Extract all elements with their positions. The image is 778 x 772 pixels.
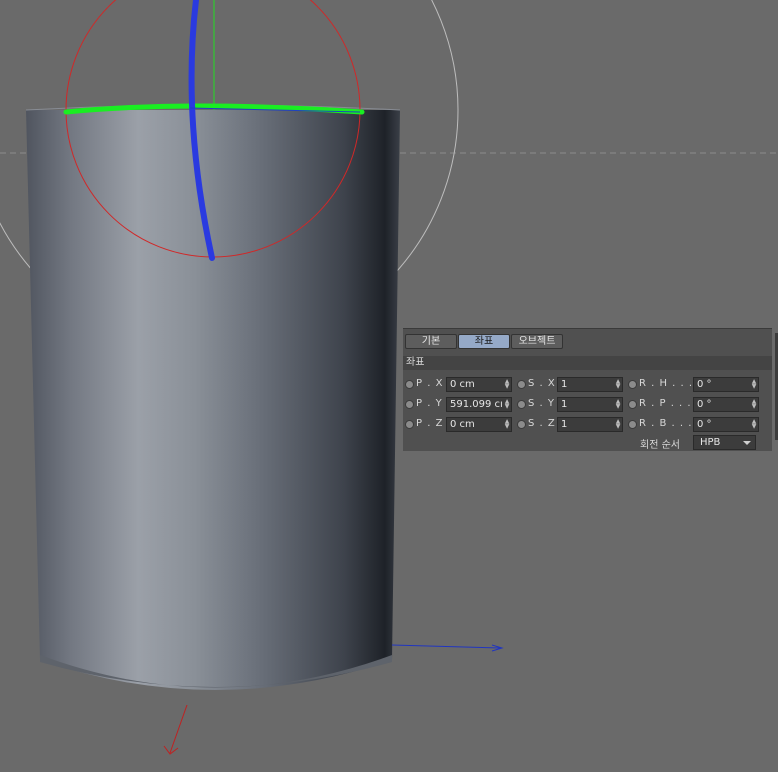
rotation-order-label: 회전 순서 (640, 440, 680, 451)
rot-p-label: R . P . . . . (639, 398, 700, 409)
pos-x-stepper[interactable]: ▲ ▼ (504, 379, 510, 390)
tab-basic[interactable]: 기본 (405, 334, 457, 349)
scale-x-label: S . X (528, 378, 556, 389)
rot-p-stepper[interactable]: ▲ ▼ (751, 399, 757, 410)
scale-y-radio[interactable] (517, 400, 526, 409)
pos-y-label: P . Y (416, 398, 443, 409)
pos-z-input[interactable]: 0 cm ▲ ▼ (446, 417, 512, 432)
rotation-order-dropdown[interactable]: HPB (693, 435, 756, 450)
pos-x-label: P . X (416, 378, 444, 389)
scale-z-stepper[interactable]: ▲ ▼ (615, 419, 621, 430)
rot-p-input[interactable]: 0 ° ▲ ▼ (693, 397, 759, 412)
scale-y-stepper[interactable]: ▲ ▼ (615, 399, 621, 410)
section-title: 좌표 (403, 356, 772, 370)
rot-b-label: R . B . . . . (639, 418, 701, 429)
panel-tabs: 기본 좌표 오브젝트 (405, 334, 564, 349)
pos-y-stepper[interactable]: ▲ ▼ (504, 399, 510, 410)
scale-x-radio[interactable] (517, 380, 526, 389)
chevron-down-icon (743, 441, 751, 445)
rot-b-radio[interactable] (628, 420, 637, 429)
pos-x-radio[interactable] (405, 380, 414, 389)
scale-z-input[interactable]: 1 ▲ ▼ (557, 417, 623, 432)
scale-y-input[interactable]: 1 ▲ ▼ (557, 397, 623, 412)
tab-coordinates[interactable]: 좌표 (458, 334, 510, 349)
pos-z-label: P . Z (416, 418, 444, 429)
rot-b-input[interactable]: 0 ° ▲ ▼ (693, 417, 759, 432)
rot-p-radio[interactable] (628, 400, 637, 409)
pos-y-radio[interactable] (405, 400, 414, 409)
scale-z-label: S . Z (528, 418, 556, 429)
rot-h-radio[interactable] (628, 380, 637, 389)
pos-z-stepper[interactable]: ▲ ▼ (504, 419, 510, 430)
scale-x-input[interactable]: 1 ▲ ▼ (557, 377, 623, 392)
cylinder-body (26, 110, 400, 690)
rot-h-input[interactable]: 0 ° ▲ ▼ (693, 377, 759, 392)
rot-h-stepper[interactable]: ▲ ▼ (751, 379, 757, 390)
scale-x-stepper[interactable]: ▲ ▼ (615, 379, 621, 390)
pos-x-input[interactable]: 0 cm ▲ ▼ (446, 377, 512, 392)
coordinates-panel: 기본 좌표 오브젝트 좌표 P . X 0 cm ▲ ▼ S . X 1 ▲ ▼ R… (403, 328, 772, 451)
x-axis-base (391, 644, 501, 649)
scale-y-label: S . Y (528, 398, 555, 409)
pos-y-input[interactable]: 591.099 cı ▲ ▼ (446, 397, 512, 412)
z-axis-base (169, 704, 188, 754)
tab-object[interactable]: 오브젝트 (511, 334, 563, 349)
scale-z-radio[interactable] (517, 420, 526, 429)
pos-z-radio[interactable] (405, 420, 414, 429)
rot-b-stepper[interactable]: ▲ ▼ (751, 419, 757, 430)
